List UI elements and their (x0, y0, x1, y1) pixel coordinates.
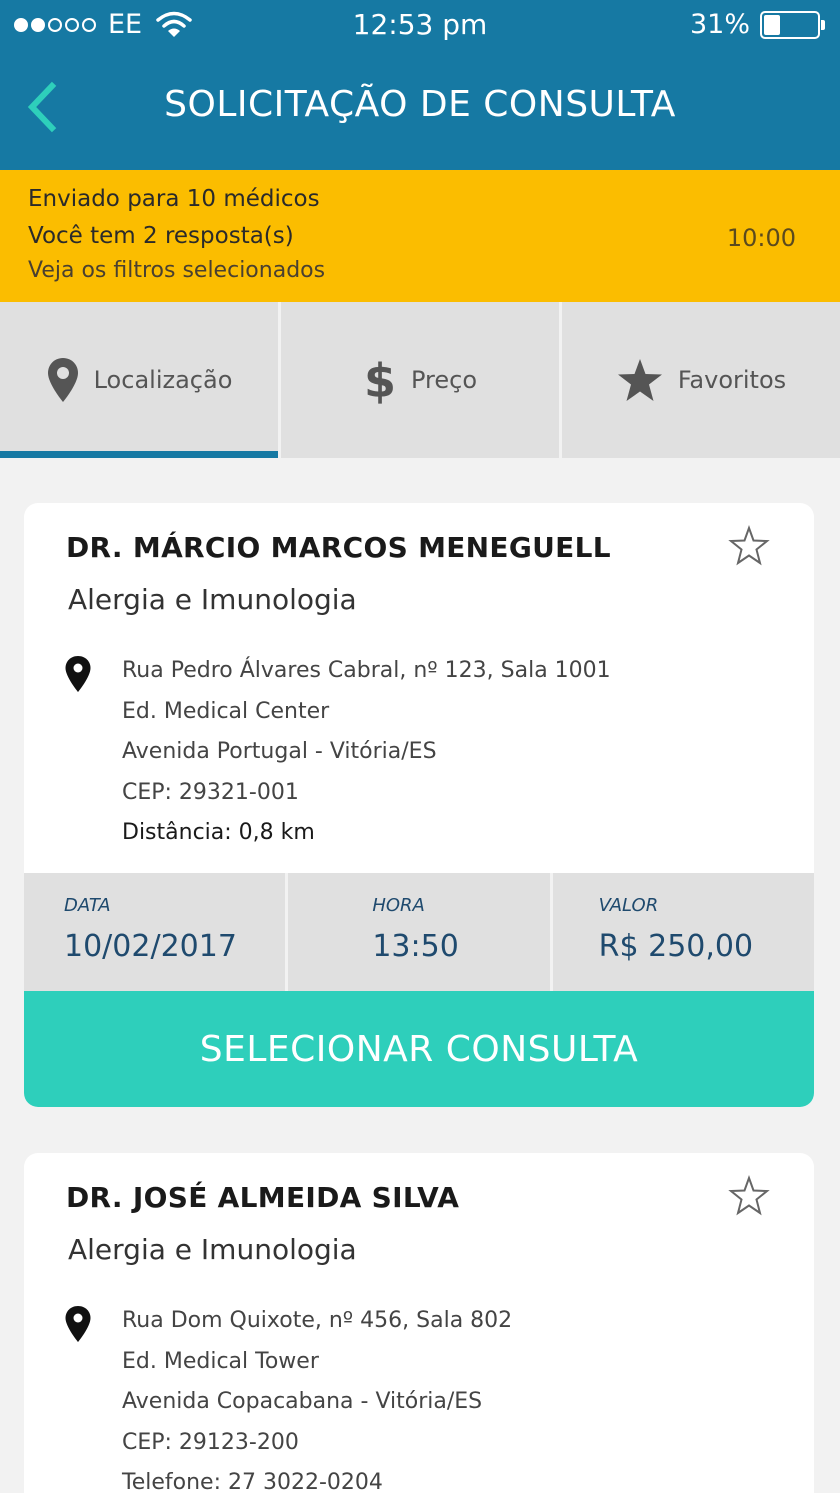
tab-favoritos[interactable]: Favoritos (559, 302, 840, 458)
address-line: Ed. Medical Center (122, 698, 330, 724)
address-line: Avenida Portugal - Vitória/ES (122, 739, 437, 764)
doctor-specialty: Alergia e Imunologia (68, 1233, 357, 1266)
app-header: EE 12:53 pm 31% SOLICITAÇÃO DE CONSULTA (0, 0, 840, 170)
location-pin-icon (47, 358, 78, 402)
address-line: Rua Dom Quixote, nº 456, Sala 802 (122, 1308, 513, 1333)
address-line: Avenida Copacabana - Vitória/ES (122, 1389, 483, 1414)
tab-preco[interactable]: $ Preço (278, 302, 559, 458)
favorite-star-icon[interactable] (728, 1175, 770, 1217)
price-cell: VALOR R$ 250,00 (549, 873, 814, 991)
status-right: 31% (690, 9, 826, 40)
date-cell: DATA 10/02/2017 (24, 873, 285, 991)
star-icon (617, 359, 662, 401)
address-line: Ed. Medical Tower (122, 1348, 319, 1374)
responses-count-text: Você tem 2 resposta(s) (28, 223, 294, 249)
battery-tip (821, 19, 825, 30)
battery-percent: 31% (689, 9, 750, 40)
date-label: DATA (64, 895, 111, 916)
dollar-icon: $ (364, 355, 396, 405)
doctor-card: DR. JOSÉ ALMEIDA SILVA Alergia e Imunolo… (24, 1153, 814, 1493)
distance-text: Distância: 0,8 km (122, 820, 315, 845)
address-line: CEP: 29123-200 (122, 1429, 299, 1455)
page-title: SOLICITAÇÃO DE CONSULTA (164, 84, 676, 125)
address-line: Telefone: 27 3022-0204 (122, 1470, 383, 1493)
sort-tabs: Localização $ Preço Favoritos (0, 302, 840, 458)
appointment-info: DATA 10/02/2017 HORA 13:50 VALOR R$ 250,… (24, 873, 814, 991)
doctor-name: DR. JOSÉ ALMEIDA SILVA (66, 1181, 460, 1214)
time-cell: HORA 13:50 (285, 873, 549, 991)
doctor-address: Rua Pedro Álvares Cabral, nº 123, Sala 1… (122, 651, 611, 854)
address-line: Rua Pedro Álvares Cabral, nº 123, Sala 1… (122, 658, 611, 683)
price-label: VALOR (598, 895, 659, 916)
svg-text:$: $ (364, 355, 396, 405)
address-line: CEP: 29321-001 (122, 779, 299, 805)
select-appointment-button[interactable]: SELECIONAR CONSULTA (24, 991, 814, 1107)
time-value: 13:50 (372, 929, 459, 964)
doctor-card: DR. MÁRCIO MARCOS MENEGUELL Alergia e Im… (24, 503, 814, 1107)
favorite-star-icon[interactable] (728, 525, 770, 567)
sent-count-text: Enviado para 10 médicos (28, 186, 320, 212)
doctor-address: Rua Dom Quixote, nº 456, Sala 802 Ed. Me… (122, 1301, 512, 1493)
view-filters-link[interactable]: Veja os filtros selecionados (28, 258, 325, 283)
battery-fill (764, 14, 780, 35)
date-value: 10/02/2017 (64, 929, 237, 964)
tab-localizacao[interactable]: Localização (0, 302, 278, 458)
tab-label: Preço (410, 366, 478, 394)
time-label: HORA (372, 895, 425, 916)
battery-icon (760, 10, 826, 39)
tab-label: Favoritos (677, 366, 787, 394)
status-bar: EE 12:53 pm 31% (0, 0, 840, 50)
request-status-banner: Enviado para 10 médicos Você tem 2 respo… (0, 170, 840, 302)
countdown-timer: 10:00 (726, 224, 796, 252)
address-pin-icon (65, 1306, 91, 1342)
doctor-name: DR. MÁRCIO MARCOS MENEGUELL (66, 531, 611, 564)
price-value: R$ 250,00 (598, 929, 754, 964)
address-pin-icon (65, 656, 91, 692)
tab-label: Localização (93, 366, 233, 394)
doctor-specialty: Alergia e Imunologia (68, 583, 357, 616)
